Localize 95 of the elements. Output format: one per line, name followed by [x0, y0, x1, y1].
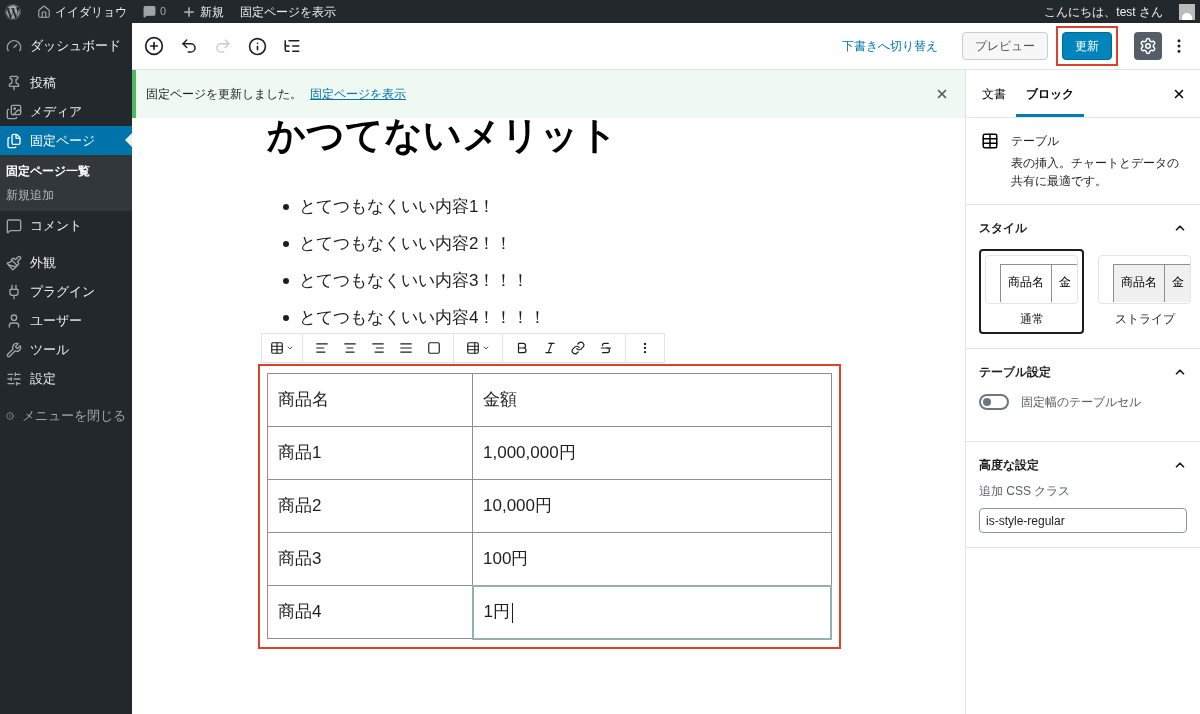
link-icon[interactable] [571, 341, 585, 355]
panel-tab[interactable]: 文書 [972, 70, 1016, 117]
section-header[interactable]: スタイル [979, 219, 1187, 237]
toggle-switch[interactable] [979, 394, 1009, 410]
align-center-icon[interactable] [343, 341, 357, 355]
sidebar-item[interactable]: メニューを閉じる [0, 401, 132, 430]
table-cell[interactable]: 商品2 [267, 479, 473, 533]
undo-icon[interactable] [180, 37, 198, 55]
table-cell[interactable]: 金額 [472, 373, 831, 427]
preview-cell: 金 [1165, 265, 1190, 302]
bullet-icon [283, 277, 289, 284]
sliders-icon [6, 370, 22, 387]
table-icon[interactable] [270, 341, 284, 355]
new-link[interactable]: 新規 [200, 2, 225, 21]
table-cell[interactable]: 商品1 [267, 426, 473, 480]
wrench-icon [6, 341, 22, 358]
style-label: ストライプ [1114, 311, 1175, 328]
field-label: 追加 CSS クラス [979, 483, 1072, 500]
comment-icon[interactable] [143, 5, 156, 18]
settings-button[interactable] [1134, 32, 1162, 60]
close-icon[interactable] [935, 87, 949, 101]
sidebar-item[interactable]: 外観 [0, 248, 132, 277]
dashboard-icon [6, 37, 22, 54]
list-item: とてつもなくいい内容2！！ [299, 232, 513, 255]
user-icon [6, 312, 22, 329]
caret-icon[interactable] [482, 344, 490, 352]
table-cell[interactable]: 1,000,000円 [472, 426, 831, 480]
page-heading: かつてないメリット [267, 116, 618, 154]
list-item: とてつもなくいい内容1！ [299, 195, 496, 218]
avatar-icon[interactable] [1179, 3, 1195, 20]
switch-draft-link[interactable]: 下書きへ切り替え [842, 37, 938, 55]
sidebar-item[interactable]: 投稿 [0, 68, 132, 97]
info-icon[interactable] [248, 36, 267, 56]
update-button[interactable]: 更新 [1062, 32, 1112, 60]
section-header[interactable]: テーブル設定 [979, 363, 1187, 381]
sidebar-item[interactable]: ツール [0, 335, 132, 364]
pin-icon [6, 74, 22, 91]
bullet-icon [283, 203, 289, 210]
sidebar-item[interactable]: ダッシュボード [0, 31, 132, 60]
preview-cell: 商品名 [1001, 265, 1052, 302]
panel-tab[interactable]: ブロック [1016, 70, 1084, 117]
block-description: 表の挿入。チャートとデータの共有に最適です。 [1011, 155, 1180, 190]
view-page-link[interactable]: 固定ページを表示 [310, 85, 406, 103]
css-class-field[interactable]: is-style-regular [979, 508, 1187, 533]
add-block-icon[interactable] [144, 36, 164, 56]
gear-icon [1139, 37, 1157, 55]
table-cell[interactable]: 商品4 [267, 585, 473, 639]
comment-count[interactable]: 0 [160, 3, 167, 20]
bullet-icon [283, 240, 289, 247]
sidebar-item[interactable]: ユーザー [0, 306, 132, 335]
table-cell[interactable]: 商品3 [267, 532, 473, 586]
table-cell[interactable]: 1円 [472, 585, 831, 639]
edit-table-icon[interactable] [466, 341, 480, 355]
plug-icon [6, 283, 22, 300]
preview-cell: 金 [1052, 265, 1077, 302]
preview-button[interactable]: プレビュー [962, 32, 1048, 60]
view-page-link[interactable]: 固定ページを表示 [240, 2, 337, 21]
style-option[interactable]: 商品名 金 通常 [979, 249, 1084, 334]
align-right-icon[interactable] [371, 341, 385, 355]
plus-icon[interactable] [182, 4, 197, 19]
table-cell[interactable]: 10,000円 [472, 479, 831, 533]
bullet-icon [283, 314, 289, 321]
table-icon [981, 132, 999, 150]
notice-message: 固定ページを更新しました。 [146, 86, 302, 103]
home-icon[interactable] [37, 4, 51, 19]
table-cell[interactable]: 商品名 [267, 373, 473, 427]
sidebar-item[interactable]: プラグイン [0, 277, 132, 306]
align-left-icon[interactable] [315, 341, 329, 355]
submenu-item[interactable]: 新規追加 [0, 183, 132, 207]
outline-icon[interactable] [283, 37, 301, 55]
list-item: とてつもなくいい内容4！！！！ [299, 306, 547, 329]
greeting-link[interactable]: こんにちは、test さん [1044, 2, 1163, 21]
images-icon [6, 103, 22, 120]
wide-width-icon[interactable] [399, 341, 413, 355]
block-name: テーブル [1011, 133, 1060, 150]
submenu-item[interactable]: 固定ページ一覧 [0, 159, 132, 183]
site-name-link[interactable]: イイダリョウ [55, 2, 127, 21]
caret-icon[interactable] [286, 344, 294, 352]
style-label: 通常 [1019, 311, 1044, 328]
toggle-label: 固定幅のテーブルセル [1021, 394, 1141, 411]
logo-icon[interactable] [5, 3, 21, 20]
full-width-icon[interactable] [427, 341, 441, 355]
italic-icon[interactable] [543, 341, 557, 355]
sidebar-item[interactable]: メディア [0, 97, 132, 126]
pages-icon [6, 132, 22, 149]
strikethrough-icon[interactable] [599, 341, 613, 355]
list-item: とてつもなくいい内容3！！！ [299, 269, 530, 292]
sidebar-item[interactable]: 固定ページ [0, 126, 132, 155]
comment-icon [6, 217, 22, 234]
brush-icon [6, 254, 22, 271]
sidebar-item[interactable]: コメント [0, 211, 132, 240]
section-header[interactable]: 高度な設定 [979, 456, 1187, 474]
sidebar-item[interactable]: 設定 [0, 364, 132, 393]
preview-cell: 商品名 [1114, 265, 1165, 302]
bold-icon[interactable] [515, 341, 529, 355]
